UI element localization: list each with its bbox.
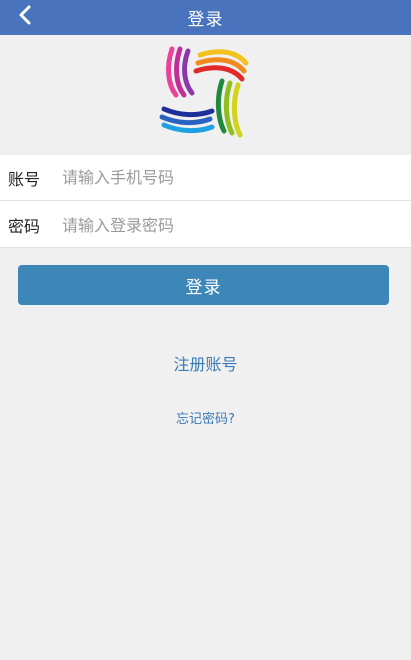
- account-row: 账号: [0, 155, 411, 201]
- page-title: 登录: [187, 10, 224, 30]
- login-form: 账号 密码: [0, 155, 411, 248]
- account-label: 账号: [8, 169, 41, 189]
- password-input[interactable]: [62, 210, 382, 240]
- password-label: 密码: [8, 217, 41, 236]
- register-link[interactable]: 注册账号: [0, 351, 411, 375]
- forgot-password-link[interactable]: 忘记密码?: [0, 408, 411, 427]
- chevron-left-icon: [18, 5, 32, 29]
- logo-area: [0, 35, 411, 155]
- password-row: 密码: [0, 202, 411, 248]
- app-logo-icon: [158, 45, 254, 145]
- top-bar: 登录: [0, 0, 411, 35]
- login-button[interactable]: 登录: [18, 265, 389, 305]
- back-button[interactable]: [14, 3, 36, 31]
- account-input[interactable]: [62, 162, 382, 193]
